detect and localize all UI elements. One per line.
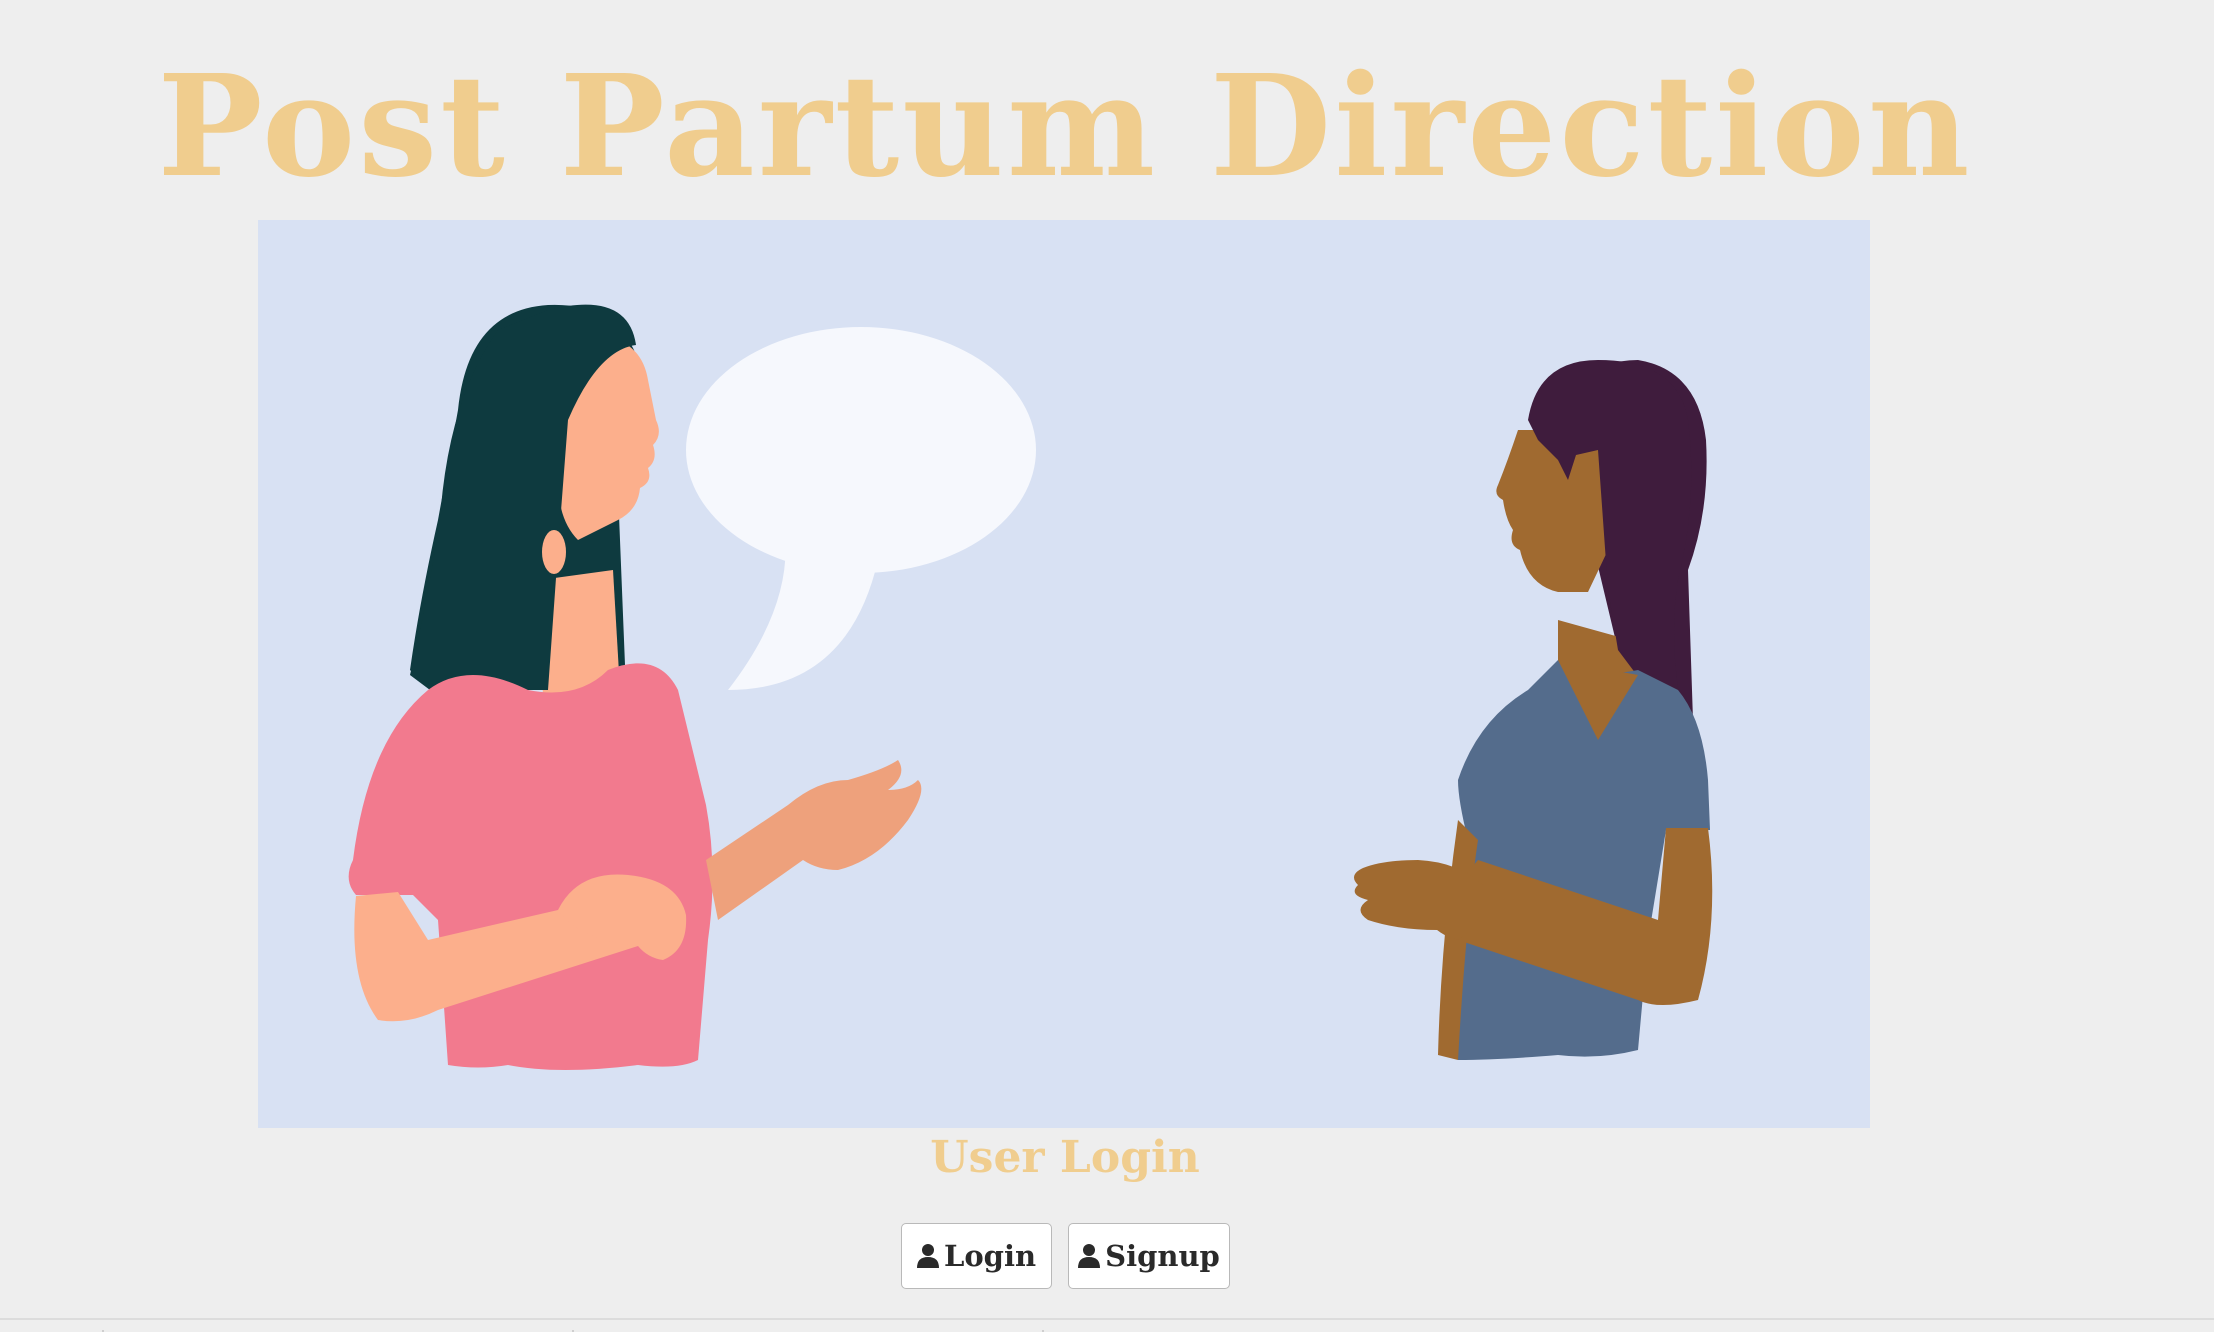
user-icon — [916, 1244, 939, 1268]
login-button[interactable]: Login — [900, 1223, 1052, 1289]
login-button-label: Login — [943, 1239, 1037, 1273]
user-icon — [1078, 1244, 1101, 1268]
site-title: Post Partum Direction — [157, 45, 1973, 209]
hero-illustration — [258, 220, 1870, 1128]
user-login-heading: User Login — [930, 1132, 1200, 1183]
signup-button[interactable]: Signup — [1067, 1223, 1230, 1289]
two-women-conversation-illustration — [258, 220, 1870, 1128]
footer-divider — [0, 1318, 2214, 1320]
signup-button-label: Signup — [1105, 1239, 1220, 1273]
page: Post Partum Direction User Login Login S… — [0, 0, 2214, 1332]
auth-buttons: Login Signup — [0, 1223, 2130, 1289]
